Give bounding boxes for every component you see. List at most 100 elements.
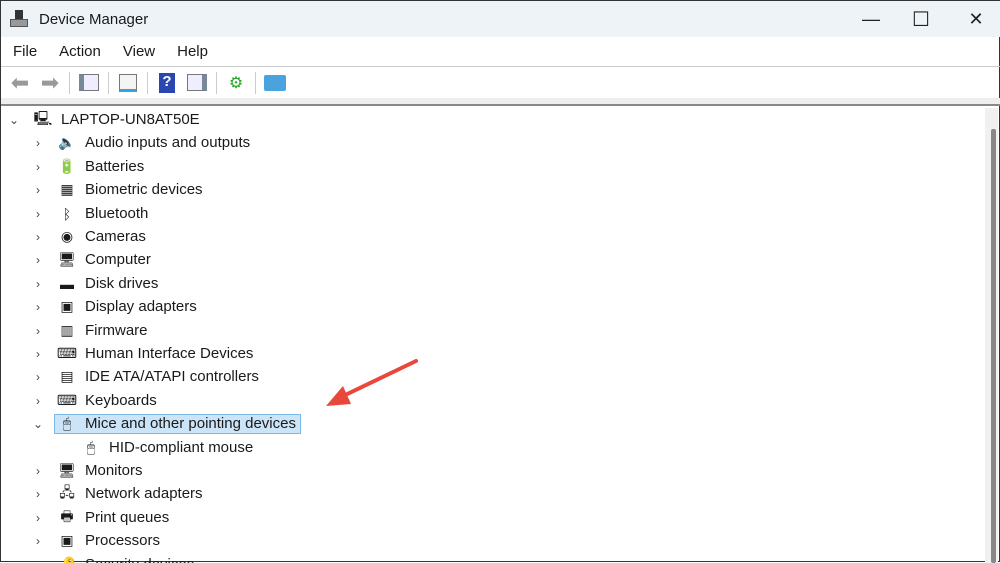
device-category-icon: 🖶: [57, 509, 77, 527]
tree-child-item[interactable]: 🖱HID-compliant mouse: [81, 436, 253, 459]
selected-item[interactable]: 🖱 Mice and other pointing devices: [54, 414, 301, 434]
chevron-right-icon[interactable]: ›: [31, 347, 45, 361]
tree-item[interactable]: › 🔈Audio inputs and outputs: [31, 131, 250, 154]
item-content[interactable]: 🔈Audio inputs and outputs: [57, 134, 250, 152]
tree-item[interactable]: › ▤IDE ATA/ATAPI controllers: [31, 365, 259, 388]
maximize-button[interactable]: ☐: [896, 1, 946, 37]
toolbar-divider: [1, 98, 1000, 106]
tree-item-label: Human Interface Devices: [85, 345, 253, 362]
scrollbar-thumb[interactable]: [991, 129, 996, 563]
tree-item[interactable]: › 🔋 Batteries: [31, 155, 144, 178]
device-category-icon: 🖥: [57, 251, 77, 269]
item-content[interactable]: 🖧 Network adapters: [57, 485, 203, 503]
tree-item[interactable]: › 🖥Monitors: [31, 459, 143, 482]
chevron-right-icon[interactable]: ›: [31, 487, 45, 501]
tree-item-label: Network adapters: [85, 485, 203, 502]
tree-item[interactable]: › ▬Disk drives: [31, 272, 158, 295]
menu-view[interactable]: View: [123, 43, 155, 60]
chevron-right-icon[interactable]: ›: [31, 253, 45, 267]
device-category-icon: 🖱: [57, 415, 77, 433]
tree-item[interactable]: › ᛒBluetooth: [31, 202, 148, 225]
chevron-right-icon[interactable]: ›: [31, 160, 45, 174]
menu-help[interactable]: Help: [177, 43, 208, 60]
tree-item[interactable]: › 🖥Computer: [31, 248, 151, 271]
item-content[interactable]: ▣ Processors: [57, 532, 160, 550]
tree-root[interactable]: ⌄ 🖳 LAPTOP-UN8AT50E: [7, 108, 200, 131]
tree-item-label: Processors: [85, 532, 160, 549]
item-content[interactable]: ▥ Firmware: [57, 322, 148, 340]
device-category-icon: ▤: [57, 368, 77, 386]
chevron-right-icon[interactable]: ›: [31, 300, 45, 314]
tree-item-label: Keyboards: [85, 392, 157, 409]
chevron-right-icon[interactable]: ›: [31, 230, 45, 244]
chevron-down-icon[interactable]: ⌄: [7, 113, 21, 127]
device-category-icon: ᛒ: [57, 205, 77, 223]
tree-item[interactable]: › ▣ Processors: [31, 529, 160, 552]
close-button[interactable]: ✕: [951, 1, 1000, 37]
chevron-right-icon[interactable]: ›: [31, 370, 45, 384]
tree-item-label: Batteries: [85, 158, 144, 175]
tree-item-label: Mice and other pointing devices: [85, 415, 296, 432]
chevron-right-icon[interactable]: ›: [31, 277, 45, 291]
device-category-icon: ⌨: [57, 345, 77, 363]
show-action-pane-icon[interactable]: [185, 72, 209, 94]
toolbar-separator: [147, 72, 148, 94]
chevron-right-icon[interactable]: ›: [31, 534, 45, 548]
tree-item[interactable]: › ▥ Firmware: [31, 319, 148, 342]
chevron-right-icon[interactable]: ›: [31, 324, 45, 338]
tree-item[interactable]: ⌄ 🖱 Mice and other pointing devices: [31, 412, 301, 435]
tree-item-label: Audio inputs and outputs: [85, 134, 250, 151]
item-content[interactable]: ▦Biometric devices: [57, 181, 203, 199]
item-content[interactable]: ⌨ Human Interface Devices: [57, 345, 253, 363]
item-content[interactable]: 🖥Computer: [57, 251, 151, 269]
chevron-right-icon[interactable]: ›: [31, 464, 45, 478]
item-content[interactable]: 🖶Print queues: [57, 509, 169, 527]
menu-file[interactable]: File: [13, 43, 37, 60]
item-content[interactable]: ◉Cameras: [57, 228, 146, 246]
tree-item[interactable]: › 🖶Print queues: [31, 506, 169, 529]
minimize-button[interactable]: —: [846, 1, 896, 37]
title-bar: Device Manager — ☐ ✕: [1, 1, 1000, 37]
red-arrow-annotation: [321, 356, 421, 411]
item-content[interactable]: 🖥Monitors: [57, 462, 143, 480]
device-category-icon: ▥: [57, 322, 77, 340]
forward-icon[interactable]: ➡: [38, 72, 62, 94]
show-hide-console-tree-icon[interactable]: [77, 72, 101, 94]
item-content[interactable]: 🔋 Batteries: [57, 158, 144, 176]
item-content[interactable]: ⌨Keyboards: [57, 392, 157, 410]
tree-item-label: Biometric devices: [85, 181, 203, 198]
tree-item[interactable]: › ⌨ Human Interface Devices: [31, 342, 253, 365]
chevron-right-icon[interactable]: ›: [31, 511, 45, 525]
menu-bar: File Action View Help: [1, 37, 1000, 67]
chevron-right-icon[interactable]: ›: [31, 558, 45, 563]
tree-item[interactable]: › ▣Display adapters: [31, 295, 197, 318]
chevron-right-icon[interactable]: ›: [31, 207, 45, 221]
tree-item[interactable]: › ⌨Keyboards: [31, 389, 157, 412]
update-driver-icon[interactable]: ⚙: [224, 72, 248, 94]
device-category-icon: 🖧: [57, 485, 77, 503]
device-tree: ⌄ 🖳 LAPTOP-UN8AT50E › 🔈Audio inputs and o…: [1, 108, 986, 563]
device-category-icon: 🔋: [57, 158, 77, 176]
properties-icon[interactable]: [116, 72, 140, 94]
toolbar-separator: [108, 72, 109, 94]
help-icon[interactable]: ?: [155, 72, 179, 94]
back-icon[interactable]: ⬅: [8, 72, 32, 94]
device-category-icon: ▣: [57, 532, 77, 550]
chevron-down-icon[interactable]: ⌄: [31, 417, 45, 431]
item-content[interactable]: ᛒBluetooth: [57, 205, 148, 223]
item-content[interactable]: ▣Display adapters: [57, 298, 197, 316]
chevron-right-icon[interactable]: ›: [31, 136, 45, 150]
tree-item-label: Firmware: [85, 322, 148, 339]
device-manager-icon: [9, 9, 29, 29]
tree-item[interactable]: › ▦Biometric devices: [31, 178, 203, 201]
item-content[interactable]: ▬Disk drives: [57, 275, 158, 293]
chevron-right-icon[interactable]: ›: [31, 394, 45, 408]
menu-action[interactable]: Action: [59, 43, 101, 60]
tree-item-label: Monitors: [85, 462, 143, 479]
chevron-right-icon[interactable]: ›: [31, 183, 45, 197]
device-category-icon: ▬: [57, 275, 77, 293]
tree-item[interactable]: › ◉Cameras: [31, 225, 146, 248]
tree-item[interactable]: › 🖧 Network adapters: [31, 482, 203, 505]
item-content[interactable]: ▤IDE ATA/ATAPI controllers: [57, 368, 259, 386]
scan-hardware-icon[interactable]: [263, 72, 287, 94]
